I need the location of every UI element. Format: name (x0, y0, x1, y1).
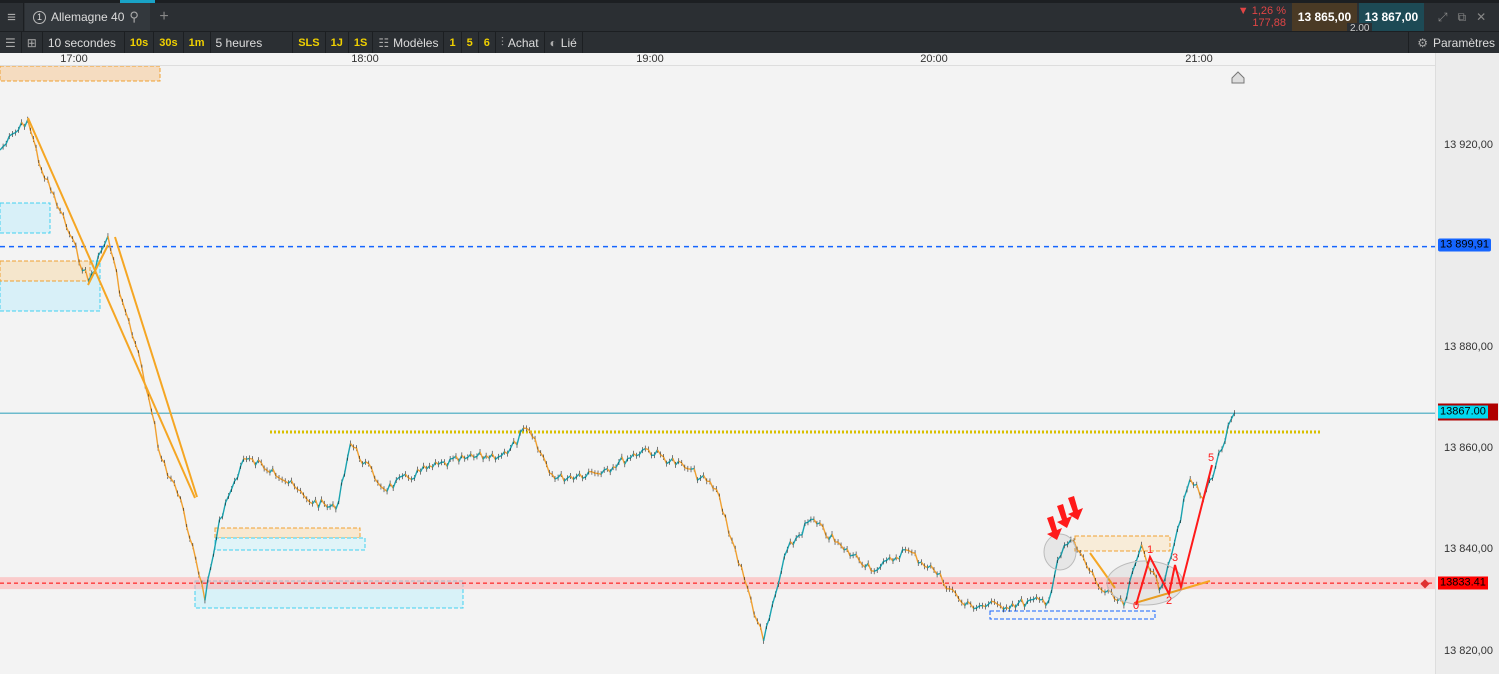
chart-toolbar: ☰ ⊞ 10 secondes 10s 30s 1m 5 heures SLS … (0, 31, 1499, 54)
template-5[interactable]: 5 (462, 31, 479, 54)
zone-box (214, 537, 366, 551)
x-tick: 19:00 (636, 53, 664, 65)
zone-box (0, 260, 91, 282)
price-segment (991, 600, 995, 603)
x-tick: 21:00 (1185, 53, 1213, 65)
linked-button[interactable]: ◐ Lié (545, 31, 583, 54)
expand-icon[interactable]: ⤢ (1438, 10, 1448, 25)
price-segment (645, 447, 649, 451)
range-sls[interactable]: SLS (293, 31, 326, 54)
title-bar: ≡ 1 Allemagne 40 ⚲ + ▼ 1,26 % 177,88 13 … (0, 0, 1499, 34)
price-change: ▼ 1,26 % 177,88 (1232, 3, 1290, 31)
close-icon[interactable]: ✕ (1476, 10, 1486, 24)
zone-box (1074, 535, 1171, 552)
wave-label: 5 (1208, 452, 1214, 464)
alert-handle-icon: ◆ (1420, 576, 1430, 590)
zone-box (214, 527, 361, 539)
price-segment (249, 457, 253, 460)
price-segment (849, 554, 854, 557)
price-segment (973, 607, 977, 610)
level-tag-blue: 13 899,91 (1438, 238, 1491, 252)
y-tick: 13 860,00 (1444, 442, 1493, 454)
linked-label: Lié (560, 35, 577, 50)
wave-label: 3 (1172, 552, 1178, 564)
y-tick: 13 820,00 (1444, 645, 1493, 657)
template-1[interactable]: 1 (444, 31, 462, 54)
time-axis: 17:00 18:00 19:00 20:00 21:00 (0, 53, 1435, 66)
tab-title: Allemagne 40 (51, 10, 125, 24)
price-segment (883, 559, 887, 563)
templates-button[interactable]: ☷ Modèles (373, 31, 445, 54)
price-segment (246, 457, 250, 460)
tab-number: 1 (33, 10, 46, 24)
interval-30s[interactable]: 30s (154, 31, 184, 54)
wave-label: 0 (1133, 600, 1139, 612)
price-segment (949, 588, 953, 591)
buy-label: Achat (507, 35, 539, 50)
highlight-ellipse (1043, 533, 1077, 571)
range-1s[interactable]: 1S (349, 31, 374, 54)
y-tick: 13 880,00 (1444, 341, 1493, 353)
x-tick: 20:00 (920, 53, 948, 65)
gear-icon: ⚙ (1417, 36, 1428, 50)
template-6[interactable]: 6 (479, 31, 496, 54)
price-segment (712, 487, 717, 490)
change-percent: ▼ 1,26 % (1237, 5, 1286, 17)
price-segment (473, 455, 478, 459)
current-price-tag: 13867.00 (1438, 405, 1488, 419)
price-segment (905, 549, 909, 552)
range-1j[interactable]: 1J (326, 31, 349, 54)
interval-10s[interactable]: 10s (125, 31, 155, 54)
level-tag-red: 13833.41 (1438, 576, 1488, 590)
price-segment (982, 605, 986, 608)
interval-1m[interactable]: 1m (184, 31, 211, 54)
range-select[interactable]: 5 heures (211, 31, 294, 54)
templates-label: Modèles (393, 35, 439, 50)
tab-allemagne-40[interactable]: 1 Allemagne 40 ⚲ (25, 3, 150, 31)
x-tick: 18:00 (351, 53, 379, 65)
price-axis[interactable]: 13 920,00 13 880,00 13 860,00 13 840,00 … (1435, 53, 1499, 674)
x-tick: 17:00 (60, 53, 88, 65)
price-segment (399, 475, 403, 478)
sliders-icon: ☷ (378, 35, 390, 50)
buy-button[interactable]: ⫶ Achat (496, 31, 545, 54)
popout-icon[interactable]: ⧉ (1457, 10, 1466, 25)
price-segment (353, 446, 357, 449)
y-tick: 13 840,00 (1444, 543, 1493, 555)
candles-icon: ⫶ (500, 35, 504, 49)
settings-label: Paramètres (1432, 36, 1495, 50)
list-icon[interactable]: ☰ (0, 31, 22, 54)
zone-box (0, 202, 51, 234)
window-controls: ⤢ ⧉ ✕ (1425, 3, 1499, 31)
price-segment (911, 551, 916, 554)
hamburger-icon[interactable]: ≡ (0, 3, 24, 31)
settings-button[interactable]: ⚙ Paramètres (1408, 32, 1495, 54)
price-segment (44, 177, 48, 181)
add-tab-button[interactable]: + (155, 3, 173, 31)
change-absolute: 177,88 (1252, 17, 1286, 29)
zone-box (0, 65, 161, 82)
interval-select[interactable]: 10 secondes (43, 31, 125, 54)
layout-icon[interactable]: ⊞ (22, 31, 43, 54)
wave-label: 2 (1166, 595, 1172, 607)
link-icon: ◐ (549, 35, 557, 50)
price-segment (627, 457, 631, 460)
search-icon[interactable]: ⚲ (129, 9, 139, 25)
wave-label: 1 (1147, 544, 1153, 556)
y-tick: 13 920,00 (1444, 139, 1493, 151)
price-segment (804, 521, 809, 524)
price-chart[interactable]: ◆ 0 1 2 3 5 (0, 53, 1435, 674)
